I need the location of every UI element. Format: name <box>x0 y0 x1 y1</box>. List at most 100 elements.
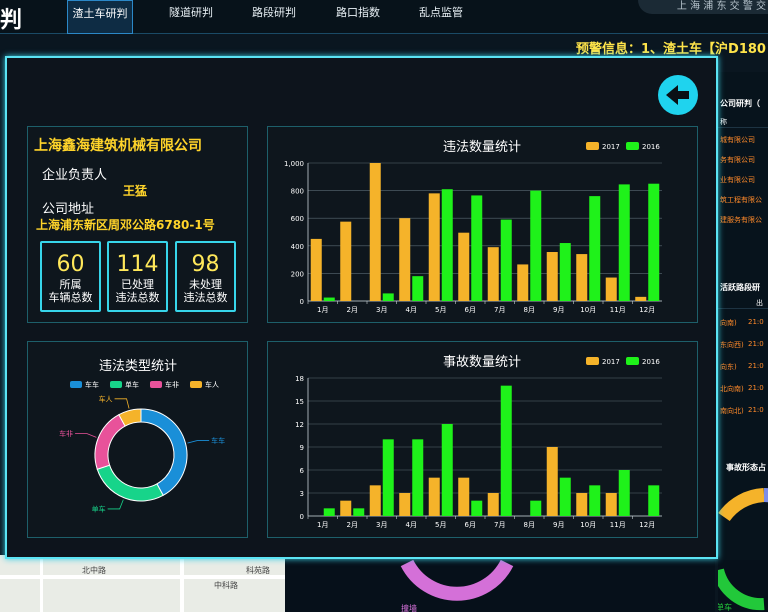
bar-2017-8月[interactable] <box>517 264 529 301</box>
address-value: 上海浦东新区周邓公路6780-1号 <box>36 218 215 232</box>
route-dir[interactable]: 向东) <box>720 362 737 372</box>
bar-2017-6月[interactable] <box>458 477 470 516</box>
route-dir[interactable]: 北向南) <box>720 384 744 394</box>
legend-swatch-2016[interactable] <box>626 142 639 150</box>
x-tick-label: 4月 <box>406 306 417 314</box>
slice-车车[interactable] <box>140 408 188 496</box>
legend-label-2017: 2017 <box>602 143 620 151</box>
leader-value: 王猛 <box>123 184 148 198</box>
bar-2016-8月[interactable] <box>530 190 542 301</box>
route-time: 21:0 <box>748 340 764 348</box>
bar-2017-3月[interactable] <box>369 163 381 301</box>
bar-2017-12月[interactable] <box>635 296 647 301</box>
x-tick-label: 6月 <box>465 521 476 529</box>
stat-label: 违法总数 <box>115 291 160 304</box>
tab-muck-truck[interactable]: 渣土车研判 <box>67 0 133 34</box>
company-list-item[interactable]: 建服务有限公 <box>720 215 762 225</box>
company-list-item[interactable]: 城有限公司 <box>720 135 755 145</box>
bar-2016-4月[interactable] <box>412 439 424 516</box>
company-detail-modal: 上海鑫海建筑机械有限公司 企业负责人 王猛 公司地址 上海浦东新区周邓公路678… <box>5 56 718 559</box>
bar-2016-9月[interactable] <box>559 477 571 516</box>
bar-2016-5月[interactable] <box>441 424 453 516</box>
stat-vehicle-total[interactable]: 60 所属 车辆总数 <box>40 241 101 312</box>
bar-2017-2月[interactable] <box>340 221 352 301</box>
app-root: 判 渣土车研判 隧道研判 路段研判 路口指数 乱点监管 上 海 浦 东 交 警 … <box>0 0 768 612</box>
y-tick-label: 3 <box>300 490 304 498</box>
bar-2016-1月[interactable] <box>323 297 335 301</box>
bar-2017-5月[interactable] <box>428 477 440 516</box>
bar-2016-4月[interactable] <box>412 276 424 301</box>
tab-road-section[interactable]: 路段研判 <box>241 0 307 34</box>
bar-2017-2月[interactable] <box>340 500 352 516</box>
bar-2017-6月[interactable] <box>458 232 470 301</box>
accident-shape-title: 事故形态占 <box>726 463 766 472</box>
legend-swatch-2016[interactable] <box>626 357 639 365</box>
route-time: 21:0 <box>748 318 764 326</box>
route-time: 21:0 <box>748 384 764 392</box>
x-tick-label: 1月 <box>317 306 328 314</box>
bar-2016-2月[interactable] <box>353 508 365 516</box>
bar-2017-4月[interactable] <box>399 218 411 301</box>
bar-2016-6月[interactable] <box>471 195 483 301</box>
legend-swatch-车非[interactable] <box>150 381 162 388</box>
bar-2017-11月[interactable] <box>605 493 617 516</box>
map-fragment[interactable]: 北中路 中科路 科苑路 <box>0 555 290 612</box>
stat-unprocessed-violations[interactable]: 98 未处理 违法总数 <box>175 241 236 312</box>
company-list-item[interactable]: 筑工程有限公 <box>720 195 762 205</box>
legend-swatch-车车[interactable] <box>70 381 82 388</box>
bar-2016-10月[interactable] <box>589 485 601 516</box>
accident-count-chart-panel: 事故数量统计 2017 2016 0 3 6 9 12 15 18 1月 2月 3月 4月 5月 6月 7月 8月… <box>267 341 698 538</box>
bar-2016-3月[interactable] <box>382 439 394 516</box>
bar-2017-5月[interactable] <box>428 193 440 301</box>
route-dir[interactable]: 东向西) <box>720 340 744 350</box>
company-list-item[interactable]: 业有限公司 <box>720 175 755 185</box>
legend-swatch-车人[interactable] <box>190 381 202 388</box>
bar-2016-10月[interactable] <box>589 196 601 301</box>
y-tick-label: 600 <box>291 215 304 223</box>
bar-2017-9月[interactable] <box>546 447 558 516</box>
x-tick-label: 5月 <box>435 521 446 529</box>
x-tick-label: 12月 <box>639 306 655 314</box>
bar-2016-7月[interactable] <box>500 219 512 301</box>
stat-label: 车辆总数 <box>48 291 93 304</box>
bar-2017-7月[interactable] <box>487 493 499 516</box>
legend-swatch-2017[interactable] <box>586 142 599 150</box>
legend-swatch-单车[interactable] <box>110 381 122 388</box>
stat-value: 114 <box>116 252 159 277</box>
slice-单车[interactable] <box>96 464 164 502</box>
y-tick-label: 9 <box>300 444 304 452</box>
legend-swatch-2017[interactable] <box>586 357 599 365</box>
bar-2017-9月[interactable] <box>546 252 558 301</box>
bar-2016-12月[interactable] <box>648 485 660 516</box>
bottom-right-donut-partial: 单车 <box>718 568 765 612</box>
route-dir[interactable]: 南向北) <box>720 406 744 416</box>
bar-2016-11月[interactable] <box>618 470 630 516</box>
stat-value: 60 <box>56 252 85 277</box>
company-list-item[interactable]: 务有限公司 <box>720 155 755 165</box>
bar-2017-7月[interactable] <box>487 247 499 301</box>
back-button[interactable] <box>658 75 698 115</box>
bar-2017-10月[interactable] <box>576 493 588 516</box>
bar-2016-5月[interactable] <box>441 189 453 301</box>
bar-2016-8月[interactable] <box>530 500 542 516</box>
bar-2016-3月[interactable] <box>382 293 394 301</box>
bar-2016-6月[interactable] <box>471 500 483 516</box>
legend-label-车非: 车非 <box>165 380 179 389</box>
tab-hotspot-supervision[interactable]: 乱点监管 <box>408 0 474 34</box>
bar-2017-4月[interactable] <box>399 493 411 516</box>
stat-processed-violations[interactable]: 114 已处理 违法总数 <box>107 241 168 312</box>
y-tick-label: 1,000 <box>284 160 304 168</box>
slice-车非[interactable] <box>94 414 126 470</box>
tab-intersection-index[interactable]: 路口指数 <box>325 0 391 34</box>
bar-2016-11月[interactable] <box>618 184 630 301</box>
bar-2016-12月[interactable] <box>648 183 660 301</box>
tab-tunnel[interactable]: 隧道研判 <box>158 0 224 34</box>
bar-2017-10月[interactable] <box>576 254 588 301</box>
bar-2017-1月[interactable] <box>310 238 322 301</box>
bar-2017-11月[interactable] <box>605 277 617 301</box>
route-dir[interactable]: 向南) <box>720 318 737 328</box>
bar-2016-1月[interactable] <box>323 508 335 516</box>
bar-2017-3月[interactable] <box>369 485 381 516</box>
bar-2016-7月[interactable] <box>500 385 512 516</box>
bar-2016-9月[interactable] <box>559 243 571 301</box>
